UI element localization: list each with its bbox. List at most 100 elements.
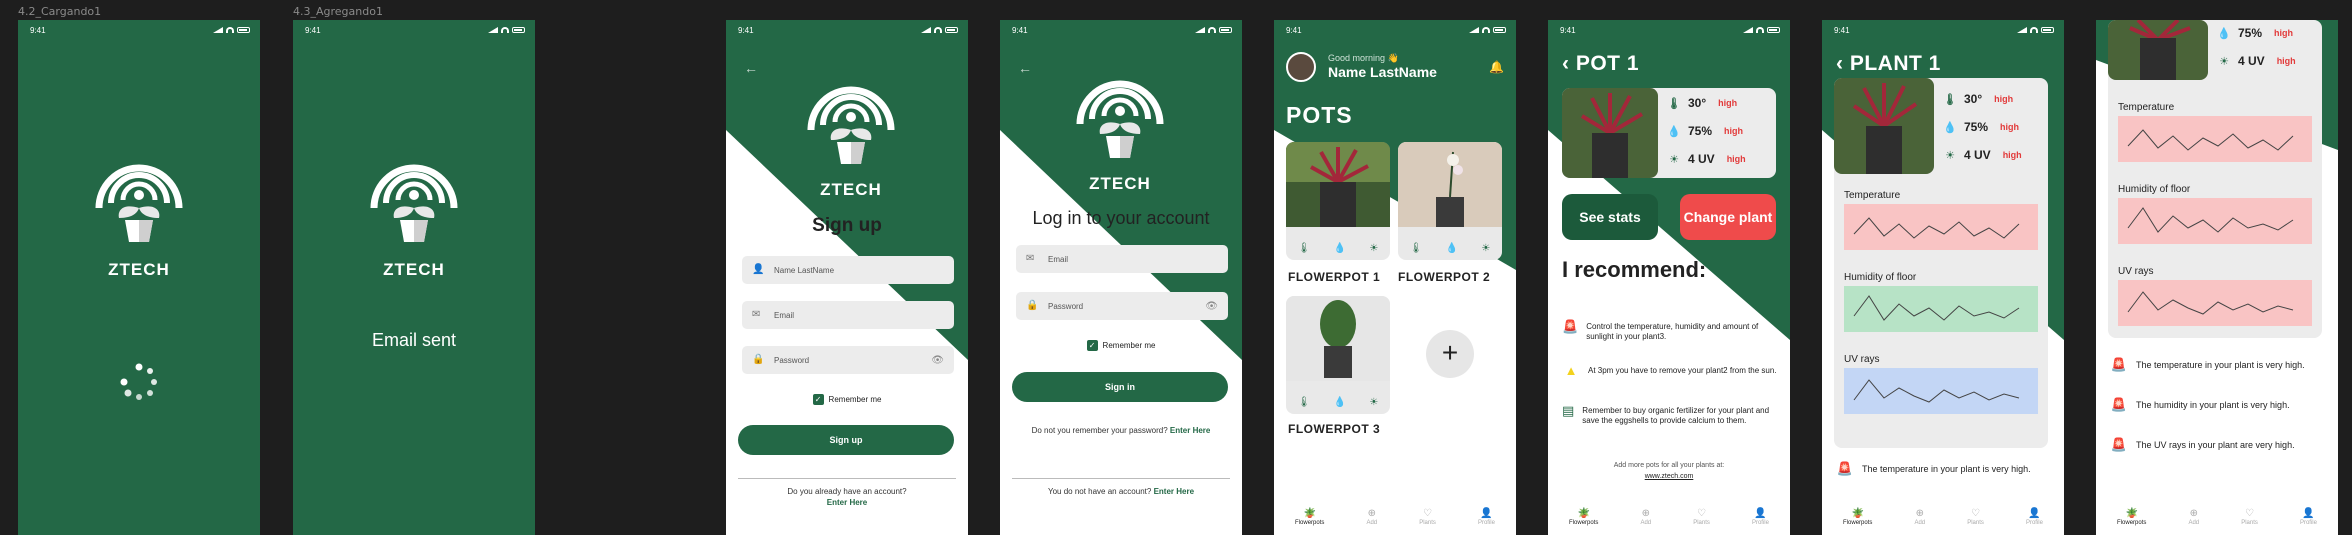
heart-icon: ♡ <box>1697 508 1707 519</box>
pot-card-1[interactable]: 🌡 💧 ☀ <box>1286 142 1390 260</box>
forgot-password: Do not you remember your password? Enter… <box>1031 426 1211 435</box>
divider <box>1012 478 1230 479</box>
nav-profile[interactable]: 👤 Profile <box>2026 508 2043 526</box>
password-field[interactable]: 🔒 Password 👁 <box>742 346 954 374</box>
alarm-icon: 🚨 <box>2110 357 2128 372</box>
plant-scrolled-screen: 💧 75% high ☀ 4 UV high Temperature Humidity … <box>2096 20 2338 535</box>
bottom-nav: 🪴 Flowerpots ⊕ Add ♡ Plants 👤 Profile <box>1548 499 1790 535</box>
nav-profile[interactable]: 👤 Profile <box>2300 508 2317 526</box>
user-icon: 👤 <box>2028 508 2041 519</box>
email-field[interactable]: ✉ Email <box>1016 245 1228 273</box>
thermometer-icon: 🌡 <box>1667 97 1681 110</box>
back-arrow-icon[interactable]: ← <box>1018 60 1032 76</box>
chevron-left-icon[interactable]: ‹ <box>1836 52 1844 75</box>
nav-flowerpots[interactable]: 🪴 Flowerpots <box>2117 508 2146 526</box>
pot-card-3[interactable]: 🌡 💧 ☀ <box>1286 296 1390 414</box>
humidity-chart <box>1844 286 2038 332</box>
signin-button[interactable]: Sign in <box>1012 372 1228 402</box>
nav-add[interactable]: ⊕ Add <box>1640 508 1651 526</box>
name-field[interactable]: 👤 Name LastName <box>742 256 954 284</box>
nav-flowerpots[interactable]: 🪴 Flowerpots <box>1843 508 1872 526</box>
nav-profile[interactable]: 👤 Profile <box>1478 508 1495 526</box>
alarm-icon: 🚨 <box>2110 397 2128 412</box>
plant-photo <box>1562 88 1658 178</box>
alert-item: 🚨 The temperature in your plant is very h… <box>2110 357 2305 372</box>
alarm-icon: 🚨 <box>1562 319 1579 334</box>
status-bar: 9:41 <box>1012 24 1232 36</box>
divider <box>738 478 956 479</box>
signal-icon <box>921 27 931 33</box>
recommendation-item: ▲ At 3pm you have to remove your plant2 f… <box>1562 364 1782 377</box>
more-pots-text: Add more pots for all your plants at: www… <box>1613 462 1725 480</box>
humidity-icon: 💧 <box>1445 243 1459 254</box>
recommendation-item: 🚨 Control the temperature, humidity and a… <box>1562 319 1759 341</box>
back-arrow-icon[interactable]: ← <box>744 60 758 76</box>
remember-me[interactable]: ✓ Remember me <box>726 394 968 405</box>
user-name: Name LastName <box>1328 64 1437 80</box>
enter-here-link[interactable]: Enter Here <box>827 498 867 507</box>
email-field[interactable]: ✉ Email <box>742 301 954 329</box>
status-bar: 9:41 <box>1560 24 1780 36</box>
add-pot-button[interactable]: + <box>1426 330 1474 378</box>
sun-icon: ☀ <box>1945 149 1955 162</box>
status-time: 9:41 <box>1560 25 1576 35</box>
battery-icon <box>1219 27 1232 33</box>
brand-name: ZTECH <box>108 260 170 279</box>
enter-here-link[interactable]: Enter Here <box>1154 487 1194 496</box>
remember-me[interactable]: ✓ Remember me <box>1000 340 1242 351</box>
heart-icon: ♡ <box>2245 508 2255 519</box>
bottom-nav: 🪴 Flowerpots ⊕ Add ♡ Plants 👤 Profile <box>1822 499 2064 535</box>
see-stats-button[interactable]: See stats <box>1562 194 1658 240</box>
nav-plants[interactable]: ♡ Plants <box>1967 508 1984 526</box>
checkbox-icon[interactable]: ✓ <box>1086 340 1098 351</box>
plant-detail-screen: 9:41 ‹ PLANT 1 🌡 30° high 💧 75% high ☀ 4 UV hi… <box>1822 20 2064 535</box>
alarm-icon: 🚨 <box>1836 461 1854 476</box>
pot-name-3: FLOWERPOT 3 <box>1288 422 1381 436</box>
avatar[interactable] <box>1286 52 1316 82</box>
password-field[interactable]: 🔒 Password 👁 <box>1016 292 1228 320</box>
change-plant-button[interactable]: Change plant <box>1680 194 1776 240</box>
nav-flowerpots[interactable]: 🪴 Flowerpots <box>1295 508 1324 526</box>
mail-icon: ✉ <box>752 309 761 320</box>
user-icon: 👤 <box>1754 508 1767 519</box>
plant-icon: 🪴 <box>2125 508 2138 519</box>
uv-row: ☀ 4 UV high <box>1942 148 2022 162</box>
nav-plants[interactable]: ♡ Plants <box>2241 508 2258 526</box>
signal-icon <box>1195 27 1205 33</box>
checkbox-icon[interactable]: ✓ <box>812 394 824 405</box>
frame-label-loading: 4.2_Cargando1 <box>18 5 102 18</box>
thermometer-icon: 🌡 <box>1943 93 1957 106</box>
bell-icon[interactable]: 🔔 <box>1489 60 1504 74</box>
chart-label-temperature: Temperature <box>2118 102 2175 113</box>
nav-plants[interactable]: ♡ Plants <box>1693 508 1710 526</box>
eye-off-icon[interactable]: 👁 <box>931 355 944 366</box>
nav-add[interactable]: ⊕ Add <box>1914 508 1925 526</box>
email-sent-message: Email sent <box>371 330 457 350</box>
pot-detail-screen: 9:41 ‹ POT 1 🌡 30° high 💧 75% high ☀ 4 UV high… <box>1548 20 1790 535</box>
signup-button[interactable]: Sign up <box>738 425 954 455</box>
pot-card-2[interactable]: 🌡 💧 ☀ <box>1398 142 1502 260</box>
page-title: ‹ PLANT 1 <box>1836 52 1941 75</box>
alert-item: 🚨 The humidity in your plant is very high… <box>2110 397 2290 412</box>
website-link[interactable]: www.ztech.com <box>1645 473 1694 480</box>
sun-icon: ☀ <box>1369 243 1379 254</box>
nav-add[interactable]: ⊕ Add <box>2188 508 2199 526</box>
chevron-left-icon[interactable]: ‹ <box>1562 52 1570 75</box>
signal-icon <box>488 27 498 33</box>
fertilizer-icon: ▤ <box>1562 403 1575 418</box>
ztech-logo-icon <box>807 86 895 164</box>
plus-icon: ⊕ <box>1641 508 1650 519</box>
humidity-chart <box>2118 198 2312 244</box>
nav-plants[interactable]: ♡ Plants <box>1419 508 1436 526</box>
nav-profile[interactable]: 👤 Profile <box>1752 508 1769 526</box>
humidity-icon: 💧 <box>1333 397 1347 408</box>
alert-item: 🚨 The temperature in your plant is very h… <box>1836 461 2031 476</box>
nav-flowerpots[interactable]: 🪴 Flowerpots <box>1569 508 1598 526</box>
home-screen: 9:41 Good morning 👋 Name LastName 🔔 POTS… <box>1274 20 1516 535</box>
pot-name-2: FLOWERPOT 2 <box>1398 270 1491 284</box>
nav-add[interactable]: ⊕ Add <box>1366 508 1377 526</box>
forgot-enter-here-link[interactable]: Enter Here <box>1170 426 1210 435</box>
eye-off-icon[interactable]: 👁 <box>1205 301 1218 312</box>
plus-icon: ⊕ <box>1367 508 1376 519</box>
thermometer-icon: 🌡 <box>1409 243 1423 254</box>
